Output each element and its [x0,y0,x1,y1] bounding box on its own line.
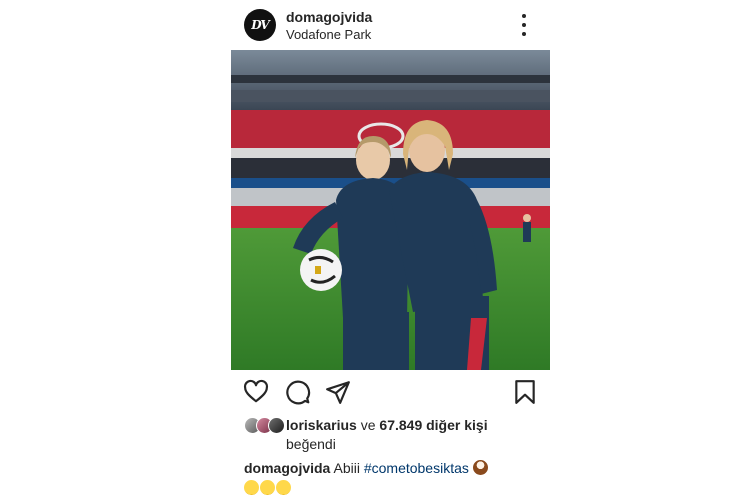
likes-connector: ve [356,417,380,433]
caption-hashtag[interactable]: #cometobesiktas [364,460,469,476]
likes-summary: loriskarius ve 67.849 diğer kişi beğendi [244,416,544,456]
comment-icon[interactable] [285,379,311,405]
post-username[interactable]: domagojvida [286,9,372,25]
stadium-photo [231,50,550,370]
instagram-post: DV domagojvida Vodafone Park loriskarius… [231,0,550,500]
likes-count[interactable]: 67.849 diğer kişi [379,417,487,433]
avatar-monogram: DV [251,18,269,32]
laugh-emoji-icon [276,480,291,495]
post-photo[interactable] [231,50,550,370]
post-actions [231,374,550,410]
likes-verb: beğendi [286,436,336,452]
grin-emoji-icon [244,480,259,495]
likes-text: loriskarius ve 67.849 diğer kişi [286,416,488,434]
bookmark-icon[interactable] [512,379,538,405]
post-caption: domagojvida Abiii #cometobesiktas [244,458,544,498]
more-options-icon[interactable] [517,14,531,36]
liker-username[interactable]: loriskarius [286,417,357,433]
caption-author[interactable]: domagojvida [244,460,330,476]
grin-emoji-icon [260,480,275,495]
post-location[interactable]: Vodafone Park [286,27,371,42]
send-icon[interactable] [325,379,351,405]
avatar[interactable]: DV [244,9,276,41]
post-header: DV domagojvida Vodafone Park [231,0,550,50]
caption-text: Abiii [330,460,364,476]
heart-icon[interactable] [243,379,269,405]
liker-avatar[interactable] [268,417,285,434]
egg-emoji-icon [472,460,488,475]
